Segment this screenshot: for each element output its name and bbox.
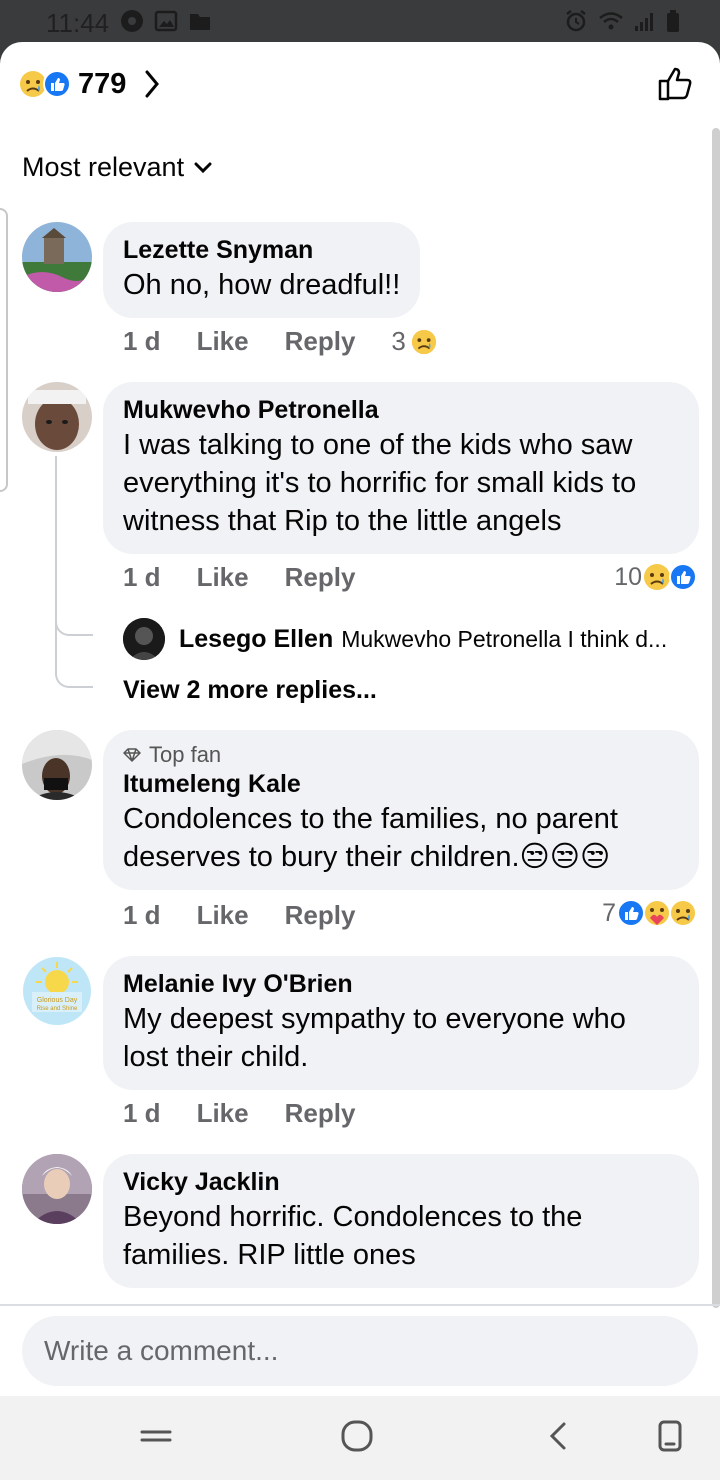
recent-apps-icon[interactable] xyxy=(140,1416,172,1456)
comment-author[interactable]: Mukwevho Petronella xyxy=(123,394,679,426)
comments-sheet: 779 Most relevant Lezette Snyman Oh no, … xyxy=(0,42,720,1396)
reply-text: Mukwevho Petronella I think d... xyxy=(341,625,668,652)
alarm-icon xyxy=(566,10,586,32)
reply-button[interactable]: Reply xyxy=(285,326,356,357)
back-icon[interactable] xyxy=(546,1416,570,1456)
notification-app-icon xyxy=(121,10,143,32)
comment-author[interactable]: Itumeleng Kale xyxy=(123,768,679,800)
status-time: 11:44 xyxy=(46,8,110,38)
reply-button[interactable]: Reply xyxy=(285,562,356,593)
system-navigation-bar xyxy=(0,1396,720,1480)
avatar[interactable] xyxy=(22,1154,92,1224)
like-button[interactable]: Like xyxy=(197,1098,249,1129)
avatar[interactable] xyxy=(22,222,92,292)
sort-dropdown[interactable]: Most relevant xyxy=(22,152,212,183)
thread-line xyxy=(55,456,57,672)
comment-actions: 1 d Like Reply 3 xyxy=(123,326,438,357)
top-fan-badge[interactable]: Top fan xyxy=(123,742,679,768)
reaction-summary[interactable]: 10 xyxy=(614,562,698,592)
signal-icon xyxy=(635,13,653,31)
comment-author[interactable]: Melanie Ivy O'Brien xyxy=(123,968,679,1000)
chevron-down-icon xyxy=(194,162,212,173)
sort-label: Most relevant xyxy=(22,152,185,182)
comment-time[interactable]: 1 d xyxy=(123,562,161,593)
comment-bubble[interactable]: Top fan Itumeleng Kale Condolences to th… xyxy=(103,730,699,890)
comment-bubble[interactable]: Mukwevho Petronella I was talking to one… xyxy=(103,382,699,554)
keyboard-toggle-icon[interactable] xyxy=(656,1416,684,1456)
comment-text: Condolences to the families, no parent d… xyxy=(123,803,618,873)
comment-time[interactable]: 1 d xyxy=(123,1098,161,1129)
comment-time[interactable]: 1 d xyxy=(123,900,161,931)
reaction-count: 779 xyxy=(78,67,127,100)
reaction-count: 3 xyxy=(391,326,406,356)
sad-reaction-icon xyxy=(411,329,437,354)
reply-button[interactable]: Reply xyxy=(285,900,356,931)
status-bar: 11:44 xyxy=(0,0,720,44)
composer-divider xyxy=(0,1304,720,1306)
view-more-replies-link[interactable]: View 2 more replies... xyxy=(123,676,377,705)
badge-label: Top fan xyxy=(149,742,222,767)
wifi-icon xyxy=(599,12,623,30)
comment-bubble[interactable]: Melanie Ivy O'Brien My deepest sympathy … xyxy=(103,956,699,1090)
home-icon[interactable] xyxy=(340,1416,376,1456)
comment-text: I was talking to one of the kids who saw… xyxy=(123,429,637,537)
svg-text:Rise and Shine: Rise and Shine xyxy=(37,1006,78,1012)
comment-text: My deepest sympathy to everyone who lost… xyxy=(123,1003,626,1073)
reply-button[interactable]: Reply xyxy=(285,1098,356,1129)
thread-branch xyxy=(55,668,93,688)
status-notifications xyxy=(120,9,212,33)
avatar[interactable]: Glorious Day Rise and Shine xyxy=(22,956,92,1026)
edge-panel-handle[interactable] xyxy=(0,208,8,492)
comment-actions: 1 d Like Reply xyxy=(123,562,355,593)
sad-reaction-icon xyxy=(669,899,697,927)
chevron-right-icon xyxy=(145,70,160,98)
comment-text: Beyond horrific. Condolences to the fami… xyxy=(123,1201,583,1271)
like-button[interactable]: Like xyxy=(197,900,249,931)
avatar[interactable] xyxy=(22,382,92,452)
like-reaction-icon xyxy=(43,70,71,98)
comment-time[interactable]: 1 d xyxy=(123,326,161,357)
like-button[interactable]: Like xyxy=(197,326,249,357)
reply-preview[interactable]: Lesego Ellen Mukwevho Petronella I think… xyxy=(123,618,703,660)
like-reaction-icon xyxy=(669,563,697,591)
comment-bubble[interactable]: Lezette Snyman Oh no, how dreadful!! xyxy=(103,222,421,318)
comment-actions: 1 d Like Reply xyxy=(123,900,355,931)
battery-icon xyxy=(667,10,679,32)
scrollbar[interactable] xyxy=(712,128,720,1308)
status-system-icons xyxy=(564,9,680,33)
avatar[interactable] xyxy=(123,618,165,660)
comment-actions: 1 d Like Reply xyxy=(123,1098,355,1129)
photo-icon xyxy=(154,10,178,32)
thread-branch xyxy=(55,616,93,636)
thumbs-up-outline-icon[interactable] xyxy=(658,64,694,102)
reaction-summary[interactable]: 3 xyxy=(391,326,437,357)
svg-text:Glorious Day: Glorious Day xyxy=(37,997,78,1004)
comment-author[interactable]: Lezette Snyman xyxy=(123,234,400,266)
diamond-icon xyxy=(123,748,141,762)
comment-composer xyxy=(22,1316,698,1386)
reaction-count: 10 xyxy=(614,562,642,591)
reaction-summary[interactable]: 7 xyxy=(602,898,698,928)
comment-bubble[interactable]: Vicky Jacklin Beyond horrific. Condolenc… xyxy=(103,1154,699,1288)
comment-input[interactable] xyxy=(22,1316,698,1386)
comment-author[interactable]: Vicky Jacklin xyxy=(123,1166,679,1198)
like-button[interactable]: Like xyxy=(197,562,249,593)
reaction-summary-button[interactable]: 779 xyxy=(18,64,160,104)
comment-text: Oh no, how dreadful!! xyxy=(123,269,401,301)
reaction-count: 7 xyxy=(602,898,616,927)
folder-icon xyxy=(190,14,210,30)
avatar[interactable] xyxy=(22,730,92,800)
reply-author[interactable]: Lesego Ellen xyxy=(179,625,333,654)
